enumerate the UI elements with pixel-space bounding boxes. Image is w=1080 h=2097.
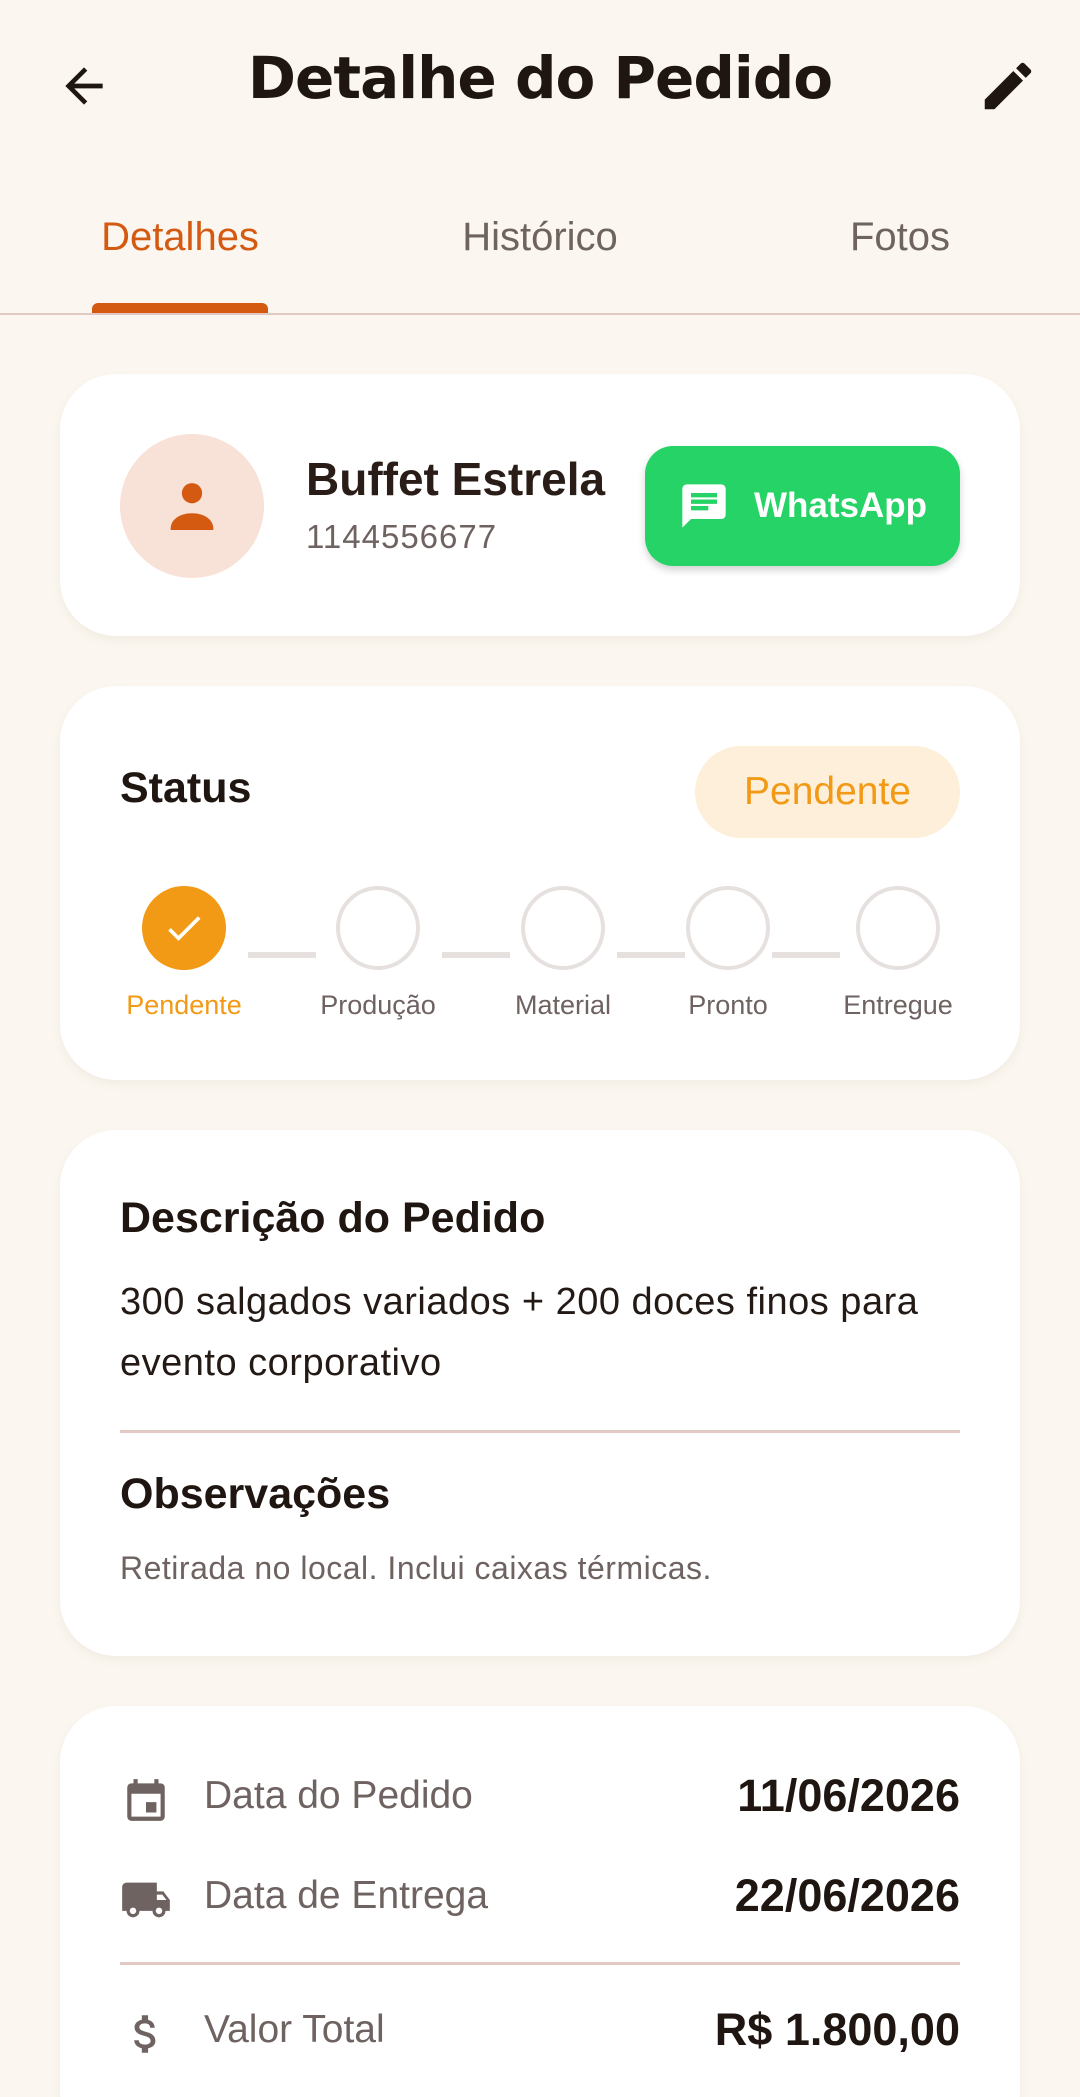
divider [120, 1430, 960, 1433]
total-value: R$ 1.800,00 [714, 2004, 960, 2055]
app-bar: Detalhe do Pedido [0, 0, 1080, 175]
tab-fotos[interactable]: Fotos [720, 215, 1080, 260]
observations-title: Observações [120, 1470, 391, 1518]
total-label: Valor Total [204, 2008, 385, 2051]
tab-detalhes[interactable]: Detalhes [0, 215, 360, 260]
step-label: Entregue [843, 990, 953, 1020]
person-icon [170, 483, 214, 530]
edit-button[interactable] [960, 38, 1056, 134]
truck-icon [120, 1874, 172, 1926]
page-title: Detalhe do Pedido [247, 44, 833, 112]
step-connector [248, 952, 316, 958]
active-tab-indicator [92, 303, 268, 313]
check-icon [168, 916, 201, 941]
step-pendente [142, 886, 226, 970]
description-text: 300 salgados variados + 200 doces finos … [120, 1281, 919, 1384]
step-material [521, 886, 605, 970]
order-date-value: 11/06/2026 [737, 1770, 960, 1821]
client-phone: 1144556677 [306, 518, 498, 555]
dollar-icon [120, 2008, 172, 2060]
avatar [120, 434, 264, 578]
pencil-icon [984, 62, 1032, 110]
client-card: Buffet Estrela 1144556677 WhatsApp [60, 374, 1020, 636]
step-producao [336, 886, 420, 970]
whatsapp-button[interactable]: WhatsApp [645, 446, 960, 566]
calendar-icon [120, 1774, 172, 1826]
description-card: Descrição do Pedido 300 salgados variado… [60, 1130, 1020, 1656]
order-date-label: Data do Pedido [204, 1774, 473, 1817]
delivery-date-value: 22/06/2026 [734, 1870, 960, 1921]
status-card: Status Pendente Pendente Produção Materi… [60, 686, 1020, 1080]
step-connector [617, 952, 685, 958]
observations-text: Retirada no local. Inclui caixas térmica… [120, 1550, 712, 1586]
client-name: Buffet Estrela [306, 453, 606, 505]
step-connector [442, 952, 510, 958]
tab-historico[interactable]: Histórico [360, 215, 720, 260]
step-pronto [686, 886, 770, 970]
status-title: Status [120, 764, 252, 812]
delivery-date-label: Data de Entrega [204, 1874, 489, 1917]
message-icon [682, 484, 726, 528]
step-entregue [856, 886, 940, 970]
description-title: Descrição do Pedido [120, 1194, 546, 1242]
step-connector [772, 952, 840, 958]
step-label: Produção [320, 990, 436, 1020]
whatsapp-label: WhatsApp [753, 486, 928, 525]
status-badge: Pendente [695, 746, 960, 838]
tab-bar: Detalhes Histórico Fotos [0, 175, 1080, 315]
divider [120, 1962, 960, 1965]
step-label: Pendente [126, 990, 242, 1020]
info-card: Data do Pedido 11/06/2026 Data de Entreg… [60, 1706, 1020, 2097]
